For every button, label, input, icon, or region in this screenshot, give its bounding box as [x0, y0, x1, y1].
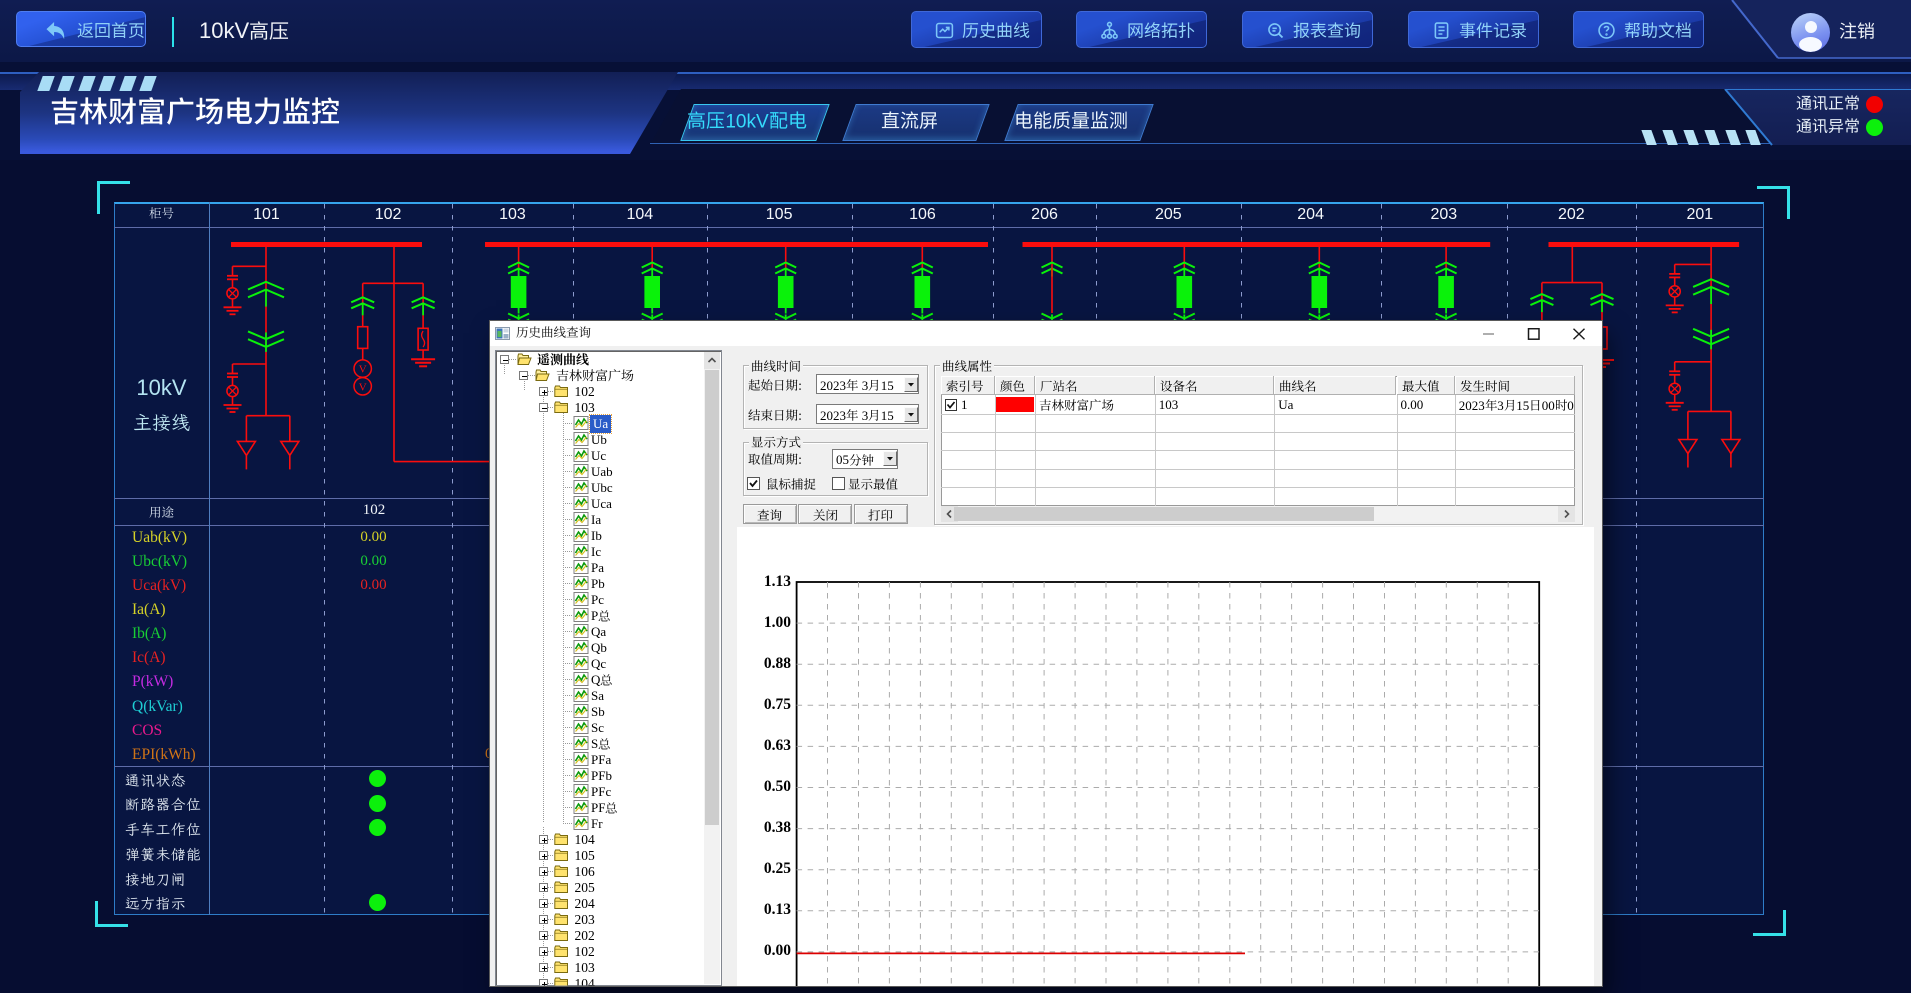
- svg-text:V: V: [359, 381, 367, 393]
- svg-text:V: V: [359, 364, 367, 376]
